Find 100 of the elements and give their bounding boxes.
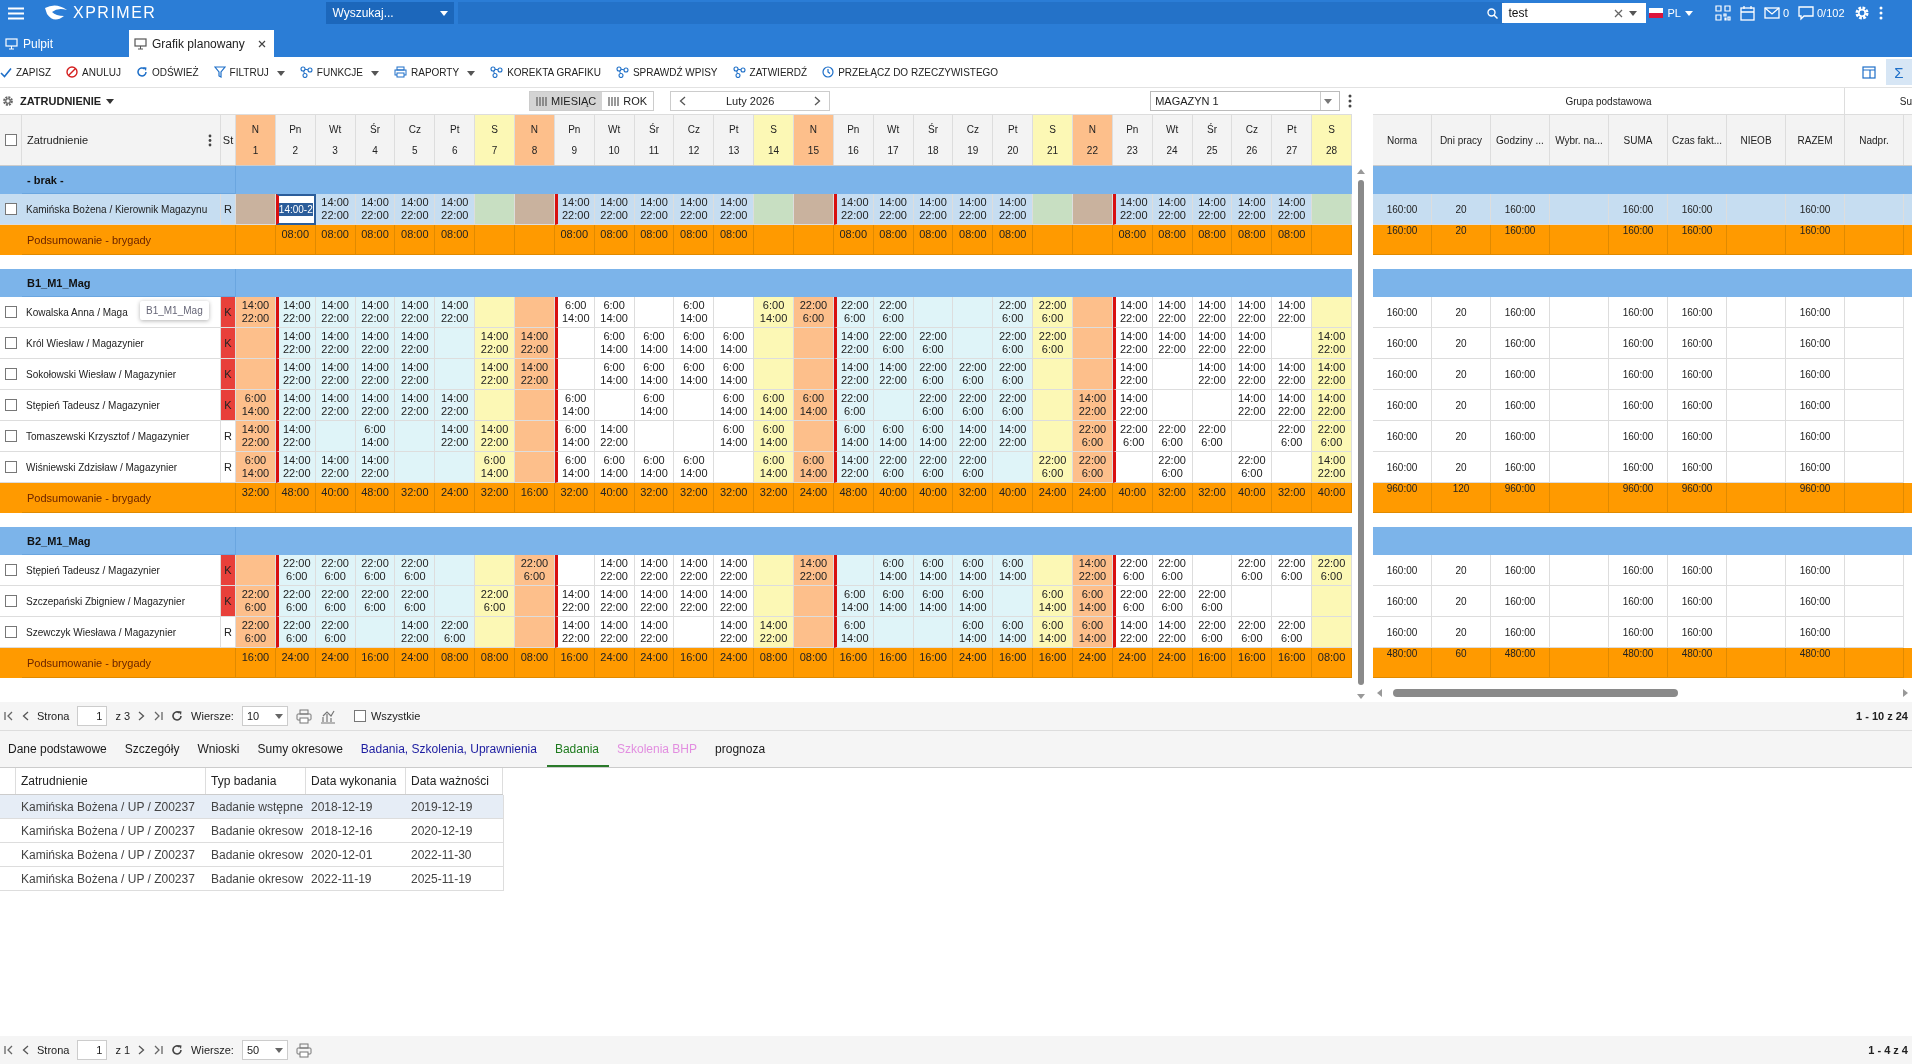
toolbar-button[interactable]: ZAPISZ xyxy=(0,63,51,81)
checkbox[interactable] xyxy=(5,595,17,607)
schedule-cell[interactable] xyxy=(754,194,794,225)
schedule-cell[interactable] xyxy=(794,617,834,648)
schedule-cell[interactable]: 6:00 14:00 xyxy=(674,359,715,390)
schedule-cell[interactable] xyxy=(236,359,276,390)
schedule-cell[interactable]: 14:00 22:00 xyxy=(1312,359,1352,390)
schedule-cell[interactable] xyxy=(913,617,954,648)
schedule-cell[interactable]: 22:00 6:00 xyxy=(1312,555,1352,586)
schedule-cell[interactable]: 22:00 6:00 xyxy=(395,555,436,586)
schedule-cell[interactable]: 22:00 6:00 xyxy=(1232,555,1273,586)
schedule-cell[interactable] xyxy=(913,297,954,328)
search-field[interactable] xyxy=(458,2,1505,24)
schedule-cell[interactable]: 14:00 22:00 xyxy=(355,297,396,328)
schedule-cell[interactable]: 14:00 22:00 xyxy=(275,328,316,359)
schedule-cell[interactable] xyxy=(1073,328,1113,359)
schedule-cell[interactable]: 22:00 6:00 xyxy=(435,617,476,648)
schedule-cell[interactable]: 14:00 22:00 xyxy=(873,194,914,225)
schedule-cell[interactable]: 14:00 22:00 xyxy=(515,328,555,359)
schedule-cell[interactable]: 22:00 6:00 xyxy=(993,359,1034,390)
schedule-cell[interactable]: 22:00 6:00 xyxy=(1112,421,1153,452)
schedule-cell[interactable]: 22:00 6:00 xyxy=(1192,421,1233,452)
toolbar-button[interactable]: ANULUJ xyxy=(66,63,121,81)
schedule-cell[interactable]: 22:00 6:00 xyxy=(1232,452,1273,483)
schedule-cell[interactable]: 6:00 14:00 xyxy=(714,328,755,359)
schedule-cell[interactable]: 14:00 22:00 xyxy=(395,359,436,390)
toolbar-button[interactable]: KOREKTA GRAFIKU xyxy=(490,63,601,81)
schedule-cell[interactable]: 14:00 22:00 xyxy=(315,359,356,390)
schedule-cell[interactable]: 14:00 22:00 xyxy=(634,586,675,617)
schedule-cell[interactable]: 6:00 14:00 xyxy=(594,452,635,483)
schedule-cell[interactable]: 6:00 14:00 xyxy=(554,421,595,452)
schedule-cell[interactable]: 14:00 22:00 xyxy=(833,359,874,390)
schedule-cell[interactable]: 14:00 22:00 xyxy=(1312,452,1352,483)
schedule-cell[interactable]: 14:00 22:00 xyxy=(315,328,356,359)
schedule-cell[interactable]: 14:00 22:00 xyxy=(1112,297,1153,328)
schedule-cell[interactable]: 6:00 14:00 xyxy=(674,297,715,328)
table-row[interactable]: Kamińska Bożena / UP / Z00237 Badanie okresow 2018-12-16 2020-12-19 xyxy=(0,819,504,843)
mail-icon[interactable] xyxy=(1763,7,1780,19)
schedule-cell[interactable]: 22:00 6:00 xyxy=(1152,555,1193,586)
schedule-cell[interactable]: 6:00 14:00 xyxy=(714,390,755,421)
schedule-cell[interactable]: 6:00 14:00 xyxy=(554,390,595,421)
schedule-cell[interactable]: 14:00 22:00 xyxy=(435,194,476,225)
schedule-cell[interactable]: 22:00 6:00 xyxy=(515,555,555,586)
schedule-cell[interactable] xyxy=(1033,555,1073,586)
schedule-cell[interactable]: 14:00 22:00 xyxy=(395,328,436,359)
previous-page-icon[interactable] xyxy=(22,711,29,721)
checkbox[interactable] xyxy=(5,337,17,349)
schedule-cell[interactable]: 22:00 6:00 xyxy=(275,555,316,586)
last-page-icon[interactable] xyxy=(153,711,164,721)
schedule-cell[interactable]: 6:00 14:00 xyxy=(236,452,276,483)
schedule-cell[interactable]: 14:00 22:00 xyxy=(754,617,794,648)
schedule-cell[interactable] xyxy=(1073,194,1113,225)
schedule-cell[interactable] xyxy=(515,421,555,452)
refresh-icon[interactable] xyxy=(171,710,184,722)
schedule-cell[interactable]: 6:00 14:00 xyxy=(794,390,834,421)
checkbox[interactable] xyxy=(5,461,17,473)
schedule-cell[interactable] xyxy=(754,555,794,586)
schedule-cell[interactable]: 14:00 22:00 xyxy=(554,617,595,648)
schedule-cell[interactable]: 14:00 22:00 xyxy=(395,617,436,648)
schedule-cell[interactable]: 14:00 22:00 xyxy=(714,194,755,225)
schedule-cell[interactable]: 6:00 14:00 xyxy=(953,617,994,648)
schedule-cell[interactable] xyxy=(435,452,476,483)
schedule-cell[interactable]: 22:00 6:00 xyxy=(1272,617,1313,648)
schedule-cell[interactable] xyxy=(1073,297,1113,328)
schedule-cell[interactable]: 14:00 22:00 xyxy=(355,390,396,421)
page-input[interactable]: 1 xyxy=(77,1040,108,1060)
schedule-cell[interactable]: 6:00 14:00 xyxy=(1033,586,1073,617)
cell-editor[interactable]: 14:00-2 xyxy=(275,194,316,225)
schedule-cell[interactable]: 22:00 6:00 xyxy=(873,328,914,359)
schedule-cell[interactable]: 14:00 22:00 xyxy=(395,194,436,225)
schedule-cell[interactable]: 14:00 22:00 xyxy=(953,194,994,225)
schedule-cell[interactable]: 14:00 22:00 xyxy=(594,617,635,648)
schedule-cell[interactable] xyxy=(435,359,476,390)
schedule-cell[interactable]: 6:00 14:00 xyxy=(754,421,794,452)
refresh-icon[interactable] xyxy=(171,1044,184,1056)
schedule-cell[interactable]: 6:00 14:00 xyxy=(833,617,874,648)
table-row[interactable]: Kamińska Bożena / UP / Z00237 Badanie wstępne 2018-12-19 2019-12-19 xyxy=(0,795,504,819)
schedule-cell[interactable]: 14:00 22:00 xyxy=(475,421,515,452)
schedule-cell[interactable] xyxy=(634,421,675,452)
schedule-cell[interactable]: 14:00 22:00 xyxy=(355,194,396,225)
schedule-cell[interactable] xyxy=(515,586,555,617)
schedule-cell[interactable]: 14:00 22:00 xyxy=(833,328,874,359)
schedule-cell[interactable] xyxy=(1312,617,1352,648)
schedule-cell[interactable]: 6:00 14:00 xyxy=(754,390,794,421)
schedule-cell[interactable]: 6:00 14:00 xyxy=(594,297,635,328)
schedule-cell[interactable]: 14:00 22:00 xyxy=(355,359,396,390)
settings-icon[interactable] xyxy=(1853,5,1870,21)
schedule-cell[interactable] xyxy=(515,390,555,421)
grid-icon[interactable] xyxy=(1714,5,1731,21)
schedule-cell[interactable]: 14:00 22:00 xyxy=(1152,328,1193,359)
settings-icon[interactable] xyxy=(2,95,14,107)
schedule-cell[interactable]: 14:00 22:00 xyxy=(1232,194,1273,225)
schedule-cell[interactable]: 22:00 6:00 xyxy=(1232,617,1273,648)
schedule-cell[interactable]: 22:00 6:00 xyxy=(1192,586,1233,617)
schedule-cell[interactable]: 14:00 22:00 xyxy=(1112,194,1153,225)
schedule-cell[interactable]: 22:00 6:00 xyxy=(315,586,356,617)
schedule-cell[interactable]: 14:00 22:00 xyxy=(794,555,834,586)
schedule-cell[interactable] xyxy=(1312,297,1352,328)
schedule-cell[interactable]: 14:00 22:00 xyxy=(315,194,356,225)
schedule-cell[interactable] xyxy=(1033,390,1073,421)
